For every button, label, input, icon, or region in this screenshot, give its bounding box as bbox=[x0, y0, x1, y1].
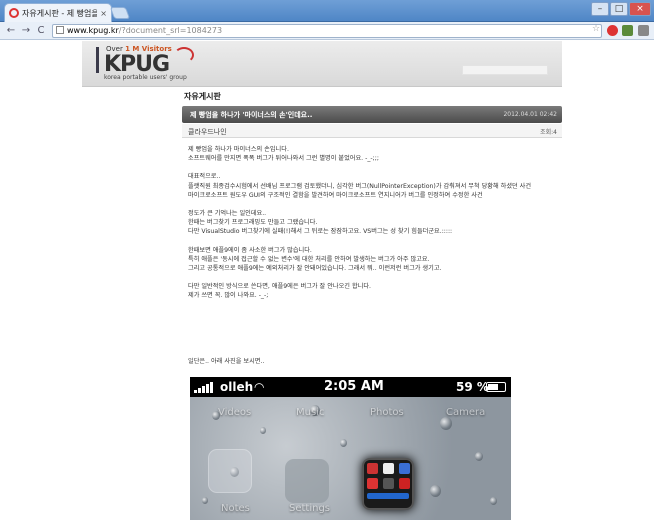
post-body-line: 한때보면 애플9에이 좀 사소한 버그가 많습니다. bbox=[188, 246, 312, 254]
page-icon bbox=[56, 26, 64, 34]
battery-icon bbox=[486, 382, 506, 392]
wifi-icon: ◠ bbox=[254, 380, 265, 394]
logo-bar bbox=[96, 47, 99, 73]
post-body-line: 한때는 버그찾기 프로그래밍도 만들고 그랬습니다. bbox=[188, 219, 318, 227]
extension-stop-icon[interactable] bbox=[607, 25, 618, 36]
browser-tab[interactable]: 자유게시판 - 제 빵엄을 하나 × bbox=[4, 3, 112, 22]
app-label-photos: Photos bbox=[370, 407, 404, 418]
post-body-line: 다만 VisualStudio 버그찾기에 실패(!)해서 그 뒤로는 잠잠하고… bbox=[188, 228, 453, 236]
reload-button[interactable]: C bbox=[34, 24, 48, 38]
post-body-line: 그리고 공통적으로 애플9에는 예외처리가 잘 안돼어있습니다. 그래서 뭐..… bbox=[188, 265, 442, 273]
address-bar[interactable]: www.kpug.kr/?document_srl=1084273 bbox=[52, 24, 602, 38]
post-body-line: 다만 일반적인 방식으로 쓴다면, 애플9에은 버그가 잘 안나오긴 합니다. bbox=[188, 283, 371, 291]
app-folder-icon bbox=[362, 458, 414, 510]
post-body-spacer bbox=[188, 163, 560, 172]
web-page: Over 1 M Visitors KPUG korea portable us… bbox=[0, 41, 654, 520]
post-body-line: 제 빵엄을 하나가 마이너스의 손입니다. bbox=[188, 146, 289, 153]
site-header: Over 1 M Visitors KPUG korea portable us… bbox=[82, 41, 562, 87]
post-body-line: 대표적으로.. bbox=[188, 173, 221, 181]
url-domain: www.kpug.kr bbox=[67, 26, 119, 35]
post-tail-line: 일단은.. 아래 사진을 보시면.. bbox=[188, 358, 265, 365]
tab-title: 자유게시판 - 제 빵엄을 하나 bbox=[22, 8, 98, 18]
post-title: 제 빵엄을 하나가 '마이너스의 손'인데요.. bbox=[190, 111, 313, 119]
carrier-name: olleh bbox=[220, 380, 254, 394]
phone-status-bar: olleh ◠ 2:05 AM 59 % bbox=[190, 377, 511, 397]
post-body-line: 특히 애플은 '동시에 접근할 수 없는 변수'에 대한 처리를 안하여 발생하… bbox=[188, 255, 430, 263]
logo-subtitle: korea portable users' group bbox=[104, 74, 187, 81]
back-button[interactable]: ← bbox=[4, 24, 18, 38]
app-label-settings: Settings bbox=[289, 503, 331, 514]
browser-toolbar: ← → C www.kpug.kr/?document_srl=1084273 … bbox=[0, 22, 654, 40]
header-search-input[interactable] bbox=[462, 65, 548, 75]
post-title-bar: 제 빵엄을 하나가 '마이너스의 손'인데요.. 2012.04.01 02:4… bbox=[182, 106, 562, 123]
app-label-camera: Camera bbox=[446, 407, 486, 418]
embedded-phone-screenshot: olleh ◠ 2:05 AM 59 % Videos Music Photos… bbox=[190, 377, 511, 520]
post-body-line: 마이크로소프트 원도우 GUI의 구조적인 결함을 발견하여 마이크로소프트 연… bbox=[188, 191, 483, 199]
maximize-button[interactable]: □ bbox=[610, 2, 628, 16]
window-controls: – □ × bbox=[591, 2, 651, 16]
wrench-menu-icon[interactable] bbox=[638, 25, 649, 36]
post-author[interactable]: 클라우드나인 bbox=[188, 127, 227, 137]
settings-app-icon bbox=[285, 459, 329, 503]
tab-close-icon[interactable]: × bbox=[100, 9, 107, 18]
app-label-notes: Notes bbox=[221, 503, 250, 514]
url-path: /?document_srl=1084273 bbox=[118, 26, 223, 35]
close-window-button[interactable]: × bbox=[629, 2, 651, 16]
forward-button[interactable]: → bbox=[19, 24, 33, 38]
signal-bars-icon bbox=[194, 382, 213, 393]
app-label-videos: Videos bbox=[218, 407, 252, 418]
battery-percent: 59 % bbox=[456, 380, 489, 394]
post-body-line: 플랫직원 최종검수시험에서 선배님 프로그램 검토했더니, 심각한 버그(Nul… bbox=[188, 182, 532, 190]
phone-wallpaper: Videos Music Photos Camera Notes Setting… bbox=[190, 397, 511, 520]
post-views: 조회:4 bbox=[540, 129, 557, 136]
post-body-spacer bbox=[188, 200, 560, 209]
post-body-line: 소프트웨어를 만지면 폭폭 버그가 튀어나와서 그런 별명이 붙었어요. -_-… bbox=[188, 155, 379, 163]
notes-app-icon bbox=[208, 449, 252, 493]
post-body-spacer bbox=[188, 273, 560, 282]
extension-icon[interactable] bbox=[622, 25, 633, 36]
post-date: 2012.04.01 02:42 bbox=[503, 111, 557, 118]
site-favicon-icon bbox=[9, 8, 19, 18]
post-body: 제 빵엄을 하나가 마이너스의 손입니다. 소프트웨어를 만지면 폭폭 버그가 튀… bbox=[188, 145, 560, 301]
phone-clock: 2:05 AM bbox=[324, 379, 384, 394]
browser-titlebar: 자유게시판 - 제 빵엄을 하나 × – □ × bbox=[0, 0, 654, 22]
board-title: 자유게시판 bbox=[184, 92, 221, 101]
post-body-line: 제가 쓰면 꼭. 많이 나와요. -_-; bbox=[188, 292, 269, 300]
app-label-music: Music bbox=[296, 407, 325, 418]
minimize-button[interactable]: – bbox=[591, 2, 609, 16]
post-body-line: 정도가 큰 기억나는 일인데요.. bbox=[188, 210, 267, 218]
bookmark-star-icon[interactable]: ☆ bbox=[592, 24, 600, 34]
new-tab-button[interactable] bbox=[109, 7, 131, 19]
post-meta: 클라우드나인 조회:4 bbox=[182, 124, 562, 138]
logo-swirl-icon bbox=[174, 47, 194, 63]
post-body-spacer bbox=[188, 237, 560, 246]
